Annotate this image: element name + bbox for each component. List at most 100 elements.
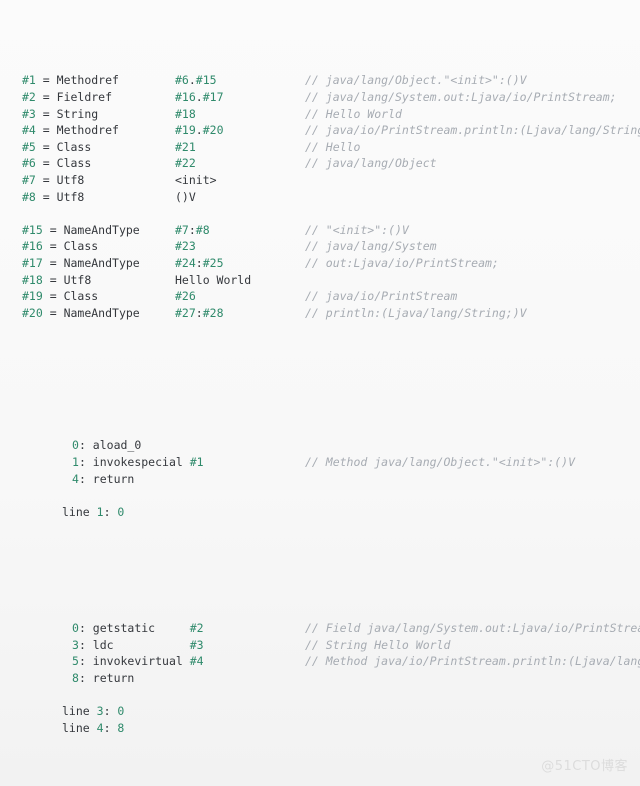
bytecode-instruction: 8: return — [72, 670, 135, 685]
ellipsis-line-top: ... — [0, 39, 640, 56]
cp-reference: #22 — [175, 155, 196, 172]
cp-index: #3 — [22, 106, 36, 121]
cp-type: Class — [56, 139, 92, 154]
numeric-token: #21 — [175, 139, 196, 154]
constructor-stack-line: stack=1, locals=1, args_size=1 — [0, 421, 640, 438]
bytecode-comment: // String Hello World — [305, 637, 451, 652]
cp-entry-label: #19 = Class — [22, 289, 99, 304]
bytecode-instruction: 4: return — [72, 471, 135, 486]
cp-comment: // java/lang/Object — [305, 156, 437, 171]
constant-pool-group-1: #1 = Methodref #6.#15 // java/lang/Object.… — [0, 72, 640, 205]
lnt-bytecode-offset: 8 — [117, 720, 125, 735]
cp-comment: // Hello World — [305, 106, 402, 121]
bytecode-row: 3: ldc #3 // String Hello World — [0, 637, 640, 654]
open-brace-line: { — [0, 338, 640, 355]
numeric-token: #17 — [202, 89, 224, 104]
main-descriptor-line: descriptor: ([Ljava/lang/String;)V — [0, 554, 640, 571]
numeric-token: #23 — [175, 239, 196, 254]
constructor-bytecode-list: 0: aload_0 1: invokespecial #1 // Method j… — [0, 437, 640, 487]
cp-entry-label: #7 = Utf8 — [22, 172, 85, 187]
constant-pool-row: #4 = Methodref #19.#20 // java/io/PrintStr… — [0, 122, 640, 139]
numeric-token: #27 — [175, 305, 196, 320]
cp-reference: #6.#15 — [175, 73, 217, 88]
linenumbertable-row: line 1: 0 — [0, 504, 640, 521]
constant-pool-row: #6 = Class #22 // java/lang/Object — [0, 155, 640, 172]
cp-type: NameAndType — [63, 222, 140, 237]
cp-index: #5 — [22, 139, 36, 154]
cp-reference: Hello World — [175, 272, 252, 287]
numeric-token: #25 — [202, 255, 224, 270]
cp-index: #4 — [22, 123, 36, 138]
constructor-lnt-label-line: LineNumberTable: — [0, 487, 640, 504]
cp-type: Methodref — [56, 73, 119, 88]
cp-type: String — [56, 106, 99, 121]
bytecode-opcode: aload_0 — [92, 438, 142, 453]
lnt-label: line — [62, 504, 97, 519]
bytecode-opcode: return — [92, 471, 135, 486]
constructor-code-label-line: Code: — [0, 404, 640, 421]
cp-index: #20 — [22, 305, 43, 320]
bytecode-opcode: invokevirtual — [92, 654, 183, 669]
cp-reference: #24:#25 — [175, 255, 224, 270]
bytecode-instruction: 5: invokevirtual #4 — [72, 654, 204, 669]
cp-reference: #21 — [175, 139, 196, 156]
bytecode-comment: // Method java/io/PrintStream.println:(L… — [305, 654, 640, 669]
numeric-token: #15 — [195, 73, 217, 88]
bytecode-offset: 5 — [72, 654, 79, 669]
bytecode-operand: #3 — [189, 637, 204, 652]
bytecode-instruction: 3: ldc #3 — [72, 637, 204, 652]
cp-entry-label: #20 = NameAndType — [22, 305, 140, 320]
cp-reference: #19.#20 — [175, 123, 224, 138]
cp-comment: // java/lang/System.out:Ljava/io/PrintSt… — [305, 89, 617, 104]
lnt-source-line: 4 — [96, 720, 104, 735]
numeric-token: #8 — [195, 222, 210, 237]
numeric-token: #7 — [175, 222, 189, 237]
cp-entry-label: #1 = Methodref — [22, 73, 119, 88]
bytecode-comment: // Field java/lang/System.out:Ljava/io/P… — [305, 620, 640, 635]
lnt-label: line — [62, 703, 97, 718]
constructor-signature-line: Hello(); — [0, 354, 640, 371]
bytecode-operand: #1 — [189, 455, 204, 470]
cp-comment: // Hello — [305, 139, 361, 154]
cp-index: #7 — [22, 172, 36, 187]
cp-reference: #23 — [175, 238, 196, 255]
numeric-token: #28 — [202, 305, 224, 320]
cp-index: #16 — [22, 239, 43, 254]
cp-index: #15 — [22, 222, 43, 237]
constant-pool-row: #19 = Class #26 // java/io/PrintStream — [0, 288, 640, 305]
cp-entry-label: #18 = Utf8 — [22, 272, 92, 287]
bytecode-opcode: getstatic — [92, 620, 156, 635]
constant-pool-row: #1 = Methodref #6.#15 // java/lang/Object.… — [0, 72, 640, 89]
constant-pool-row: #8 = Utf8 ()V — [0, 189, 640, 206]
lnt-source-line: 3 — [96, 703, 104, 718]
cp-type: Utf8 — [63, 272, 92, 287]
bytecode-operand: #2 — [189, 620, 204, 635]
cp-type: Methodref — [56, 123, 119, 138]
bytecode-row: 8: return — [0, 670, 640, 687]
cp-entry-label: #15 = NameAndType — [22, 222, 140, 237]
bytecode-row: 5: invokevirtual #4 // Method java/io/Pri… — [0, 653, 640, 670]
cp-index: #6 — [22, 156, 36, 171]
main-code-label-line: Code: — [0, 587, 640, 604]
cp-reference: #18 — [175, 106, 196, 123]
cp-entry-label: #2 = Fieldref — [22, 89, 113, 104]
cp-comment: // java/io/PrintStream.println:(Ljava/la… — [305, 123, 640, 138]
cp-reference: <init> — [175, 172, 217, 187]
bytecode-operand: #4 — [189, 654, 204, 669]
main-lnt-label-line: LineNumberTable: — [0, 686, 640, 703]
constant-pool-row: #15 = NameAndType #7:#8 // "<init>":()V — [0, 222, 640, 239]
cp-comment: // java/io/PrintStream — [305, 289, 458, 304]
cp-type: Utf8 — [56, 172, 85, 187]
numeric-token: #19 — [175, 123, 196, 138]
cp-entry-label: #8 = Utf8 — [22, 189, 85, 204]
main-linenumbertable-list: line 3: 0 line 4: 8 — [0, 703, 640, 736]
class-declaration-line: class Hello: — [0, 23, 640, 40]
numeric-token: #16 — [175, 89, 196, 104]
cp-type: Class — [56, 156, 92, 171]
constant-pool-row: #7 = Utf8 <init> — [0, 172, 640, 189]
site-watermark: @51CTO博客 — [541, 759, 628, 775]
bytecode-comment: // Method java/lang/Object."<init>":()V — [305, 455, 576, 470]
cp-index: #2 — [22, 89, 36, 104]
numeric-token: #22 — [175, 156, 196, 171]
numeric-token: #20 — [202, 123, 224, 138]
